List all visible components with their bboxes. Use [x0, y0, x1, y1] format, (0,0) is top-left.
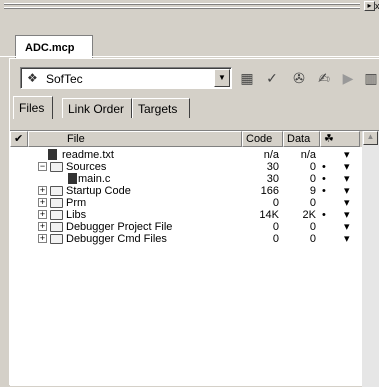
folder-icon	[50, 186, 63, 196]
folder-open-icon	[50, 162, 63, 172]
titlebar-grip	[4, 3, 360, 5]
expand-toggle[interactable]: +	[38, 222, 47, 231]
expand-toggle[interactable]: +	[38, 186, 47, 195]
file-row[interactable]: + Libs 14K 2K • ▾	[10, 209, 360, 221]
expand-toggle[interactable]: +	[38, 198, 47, 207]
check-icon[interactable]: ✇	[288, 68, 310, 88]
close-icon[interactable]: x	[375, 1, 379, 11]
header-bug[interactable]: ☘	[320, 131, 360, 147]
data-size: 2K	[302, 209, 316, 221]
window-titlebar: ▸ x	[0, 0, 379, 14]
file-name: Debugger Project File	[66, 221, 173, 233]
run-icon[interactable]: ▶	[337, 68, 359, 88]
folder-icon	[50, 222, 63, 232]
view-tabs: Files Link Order Targets	[13, 96, 373, 119]
debug-flag-icon[interactable]: ▾	[344, 161, 350, 173]
file-name: Sources	[66, 161, 107, 173]
modified-dot: •	[322, 161, 326, 173]
file-row[interactable]: readme.txt n/a n/a ▾	[10, 149, 360, 161]
sync-icon[interactable]: ✓	[261, 68, 283, 88]
folder-icon	[50, 198, 63, 208]
folder-icon	[50, 210, 63, 220]
debug-flag-icon[interactable]: ▾	[344, 209, 350, 221]
file-name: Debugger Cmd Files	[66, 233, 167, 245]
data-size: 0	[309, 221, 316, 233]
debug-flag-icon[interactable]: ▾	[344, 233, 350, 245]
data-size: 0	[309, 233, 316, 245]
project-panel: ❖ SofTec ▼ ▦ ✓ ✇ ✍ ▶ ▥ Files Link Order …	[9, 58, 379, 387]
data-size: 9	[309, 185, 316, 197]
file-icon	[48, 149, 57, 160]
target-combo[interactable]: ❖ SofTec ▼	[20, 67, 232, 89]
data-size: n/a	[300, 149, 316, 161]
file-row[interactable]: main.c 30 0 • ▾	[10, 173, 360, 185]
modified-dot: •	[322, 209, 326, 221]
code-size: 0	[272, 233, 279, 245]
titlebar-grip	[4, 7, 360, 9]
header-data[interactable]: Data	[283, 131, 320, 147]
target-value: SofTec	[46, 72, 83, 86]
debug-flag-icon[interactable]: ▾	[344, 197, 350, 209]
debug-icon[interactable]: ✍	[313, 68, 335, 88]
data-size: 0	[309, 173, 316, 185]
file-icon	[68, 173, 77, 184]
debug-flag-icon[interactable]: ▾	[344, 185, 350, 197]
data-size: 0	[309, 161, 316, 173]
file-row[interactable]: + Prm 0 0 ▾	[10, 197, 360, 209]
header-check[interactable]: ✔	[10, 131, 28, 147]
file-name: Startup Code	[66, 185, 131, 197]
chevron-down-icon[interactable]: ▼	[214, 69, 230, 87]
remote-icon[interactable]: ▥	[360, 68, 379, 88]
file-row[interactable]: + Debugger Cmd Files 0 0 ▾	[10, 233, 360, 245]
file-name: main.c	[78, 173, 111, 185]
expand-toggle[interactable]: −	[38, 162, 47, 171]
code-size: 166	[260, 185, 279, 197]
header-file[interactable]: File	[28, 131, 242, 147]
debug-flag-icon[interactable]: ▾	[344, 221, 350, 233]
file-row[interactable]: + Startup Code 166 9 • ▾	[10, 185, 360, 197]
folder-icon	[50, 234, 63, 244]
file-name: Libs	[66, 209, 87, 221]
code-size: n/a	[263, 149, 279, 161]
file-name: readme.txt	[62, 149, 114, 161]
code-size: 0	[272, 221, 279, 233]
data-size: 0	[309, 197, 316, 209]
scroll-btn[interactable]: ▸	[364, 1, 375, 11]
project-tab[interactable]: ADC.mcp	[15, 35, 93, 58]
debug-flag-icon[interactable]: ▾	[344, 173, 350, 185]
tab-files[interactable]: Files	[13, 96, 53, 119]
settings-icon[interactable]: ▦	[236, 68, 258, 88]
code-size: 0	[272, 197, 279, 209]
code-size: 14K	[259, 209, 279, 221]
debug-flag-icon[interactable]: ▾	[344, 149, 350, 161]
modified-dot: •	[322, 185, 326, 197]
file-row[interactable]: + Debugger Project File 0 0 ▾	[10, 221, 360, 233]
expand-toggle[interactable]: +	[38, 210, 47, 219]
project-tab-strip: ADC.mcp	[0, 14, 379, 62]
tab-targets[interactable]: Targets	[132, 98, 190, 118]
expand-toggle[interactable]: +	[38, 234, 47, 243]
header-code[interactable]: Code	[242, 131, 283, 147]
target-icon: ❖	[27, 71, 38, 85]
modified-dot: •	[322, 173, 326, 185]
tab-link-order[interactable]: Link Order	[62, 98, 132, 118]
scroll-up-button[interactable]: ▲	[363, 131, 378, 145]
vertical-scrollbar[interactable]: ▲	[362, 131, 379, 387]
code-size: 30	[266, 173, 279, 185]
file-name: Prm	[66, 197, 87, 209]
list-header: ✔ File Code Data ☘	[10, 131, 379, 147]
code-size: 30	[266, 161, 279, 173]
file-row[interactable]: − Sources 30 0 • ▾	[10, 161, 360, 173]
file-list: ✔ File Code Data ☘ readme.txt n/a n/a ▾ − Sou…	[10, 130, 379, 387]
